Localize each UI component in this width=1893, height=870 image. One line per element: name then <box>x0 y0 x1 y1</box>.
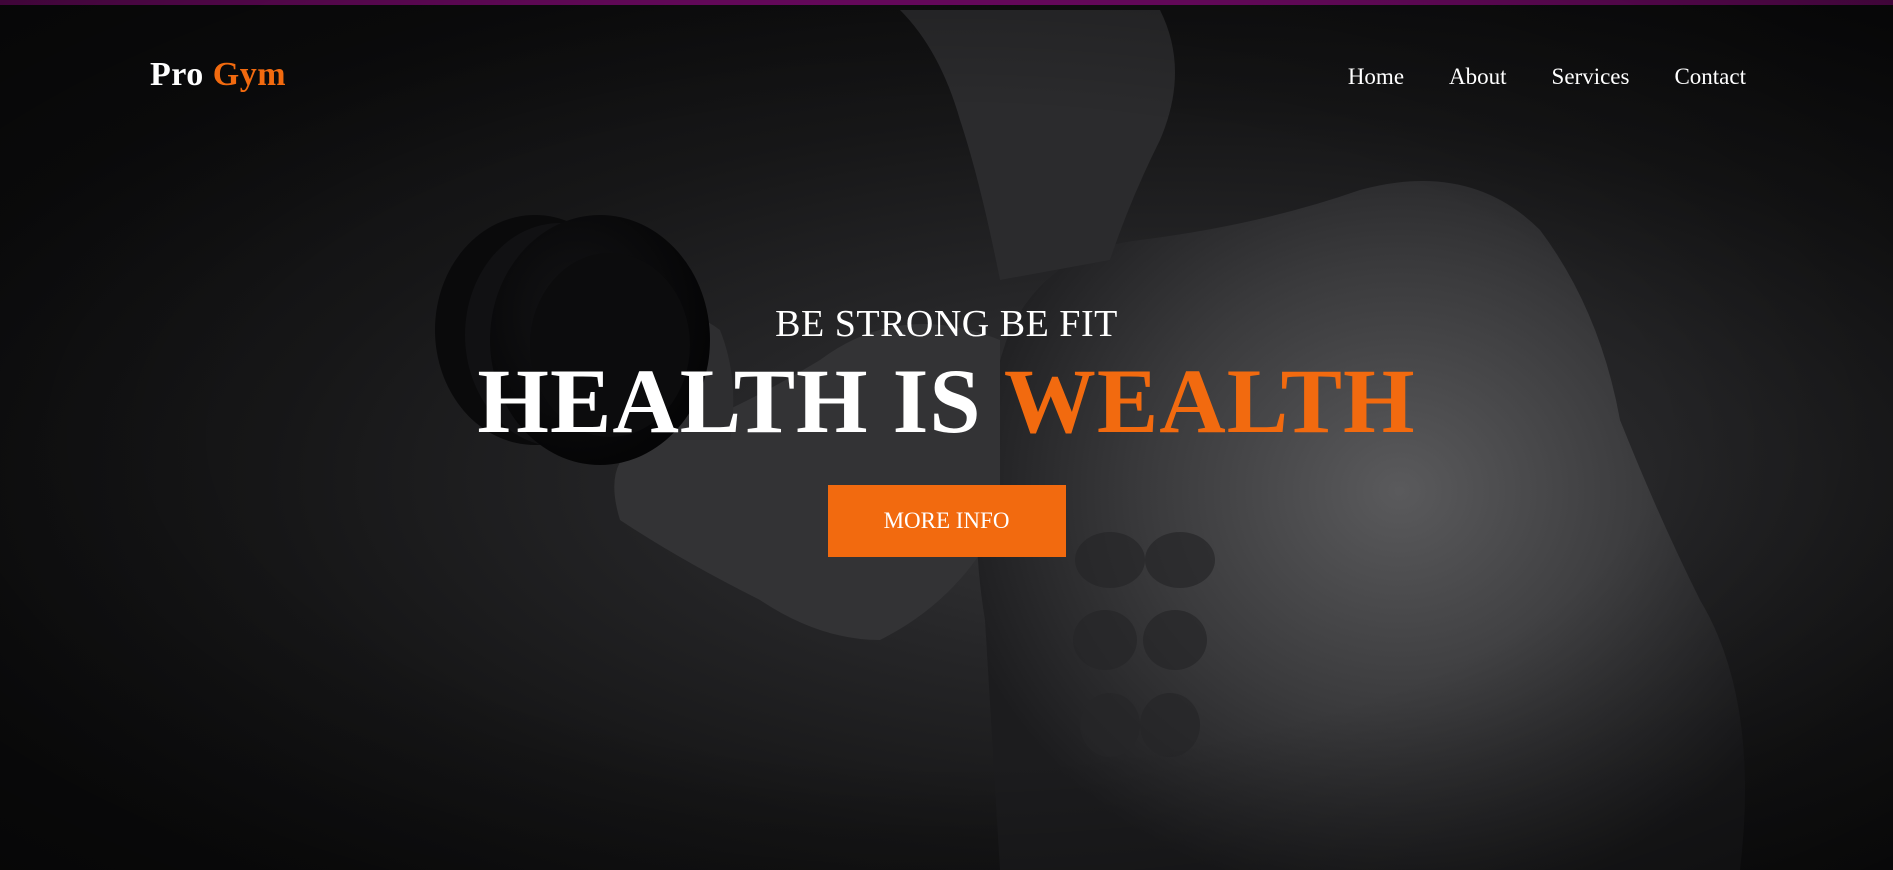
nav-menu: Home About Services Contact <box>1348 64 1746 90</box>
nav-link-about[interactable]: About <box>1449 64 1507 90</box>
headline-plain-text: HEALTH IS <box>477 350 1004 452</box>
nav-link-services[interactable]: Services <box>1552 64 1630 90</box>
more-info-button[interactable]: MORE INFO <box>827 485 1066 557</box>
nav-link-home[interactable]: Home <box>1348 64 1404 90</box>
logo-text: Pro <box>150 56 204 93</box>
hero-tagline: BE STRONG BE FIT <box>775 303 1118 345</box>
hero-headline: HEALTH IS WEALTH <box>0 355 1893 447</box>
logo[interactable]: Pro Gym <box>150 56 286 94</box>
page: Pro Gym Home About Services Contact BE S… <box>0 0 1893 870</box>
logo-accent-text: Gym <box>212 56 287 93</box>
hero-section: BE STRONG BE FIT HEALTH IS WEALTH MORE I… <box>0 305 1893 557</box>
navbar: Pro Gym Home About Services Contact <box>0 0 1893 160</box>
nav-link-contact[interactable]: Contact <box>1674 64 1746 90</box>
headline-accent-text: WEALTH <box>1003 350 1416 452</box>
